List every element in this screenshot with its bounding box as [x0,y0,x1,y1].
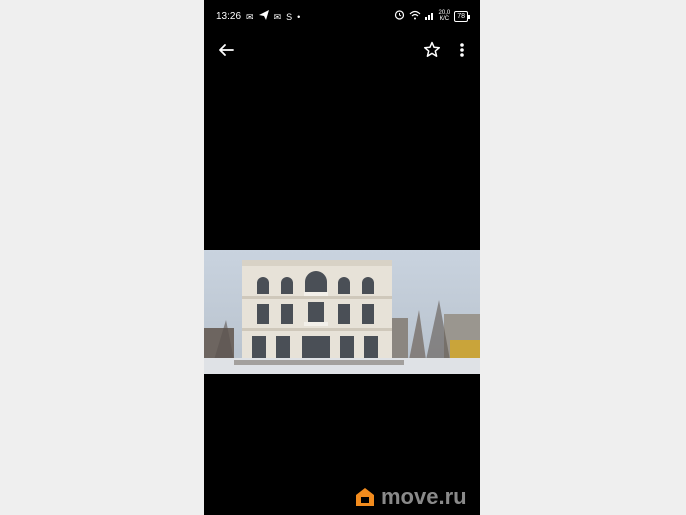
photo-image [204,250,480,374]
wifi-icon [409,10,421,23]
status-bar: 13:26 ✉ ✉ S • 20,0 К/С 78 [204,6,480,26]
telegram-icon [258,10,269,23]
house-logo-icon [356,488,374,506]
data-speed-unit: К/С [439,16,450,22]
status-right: 20,0 К/С 78 [394,9,470,23]
status-left: 13:26 ✉ ✉ S • [216,10,300,23]
more-options-button[interactable] [454,38,470,62]
arrow-left-icon [219,44,234,56]
star-outline-icon [423,41,441,57]
mail-icon: ✉ [246,11,254,22]
data-speed: 20,0 К/С [439,10,451,22]
dot-icon: • [297,11,301,22]
signal-icon [424,10,435,23]
alarm-icon [394,9,405,23]
skype-icon: S [286,11,293,22]
watermark-text: move.ru [381,484,467,509]
status-time: 13:26 [216,11,242,22]
more-vertical-icon [460,43,464,57]
move-ru-logo: move.ru [354,484,467,510]
building-photo[interactable] [204,250,480,374]
favorite-button[interactable] [420,38,444,62]
viewer-toolbar [204,36,480,66]
back-button[interactable] [214,38,238,62]
mail-icon: ✉ [273,11,282,22]
battery-indicator: 78 [454,10,470,22]
photo-viewer-screen: 13:26 ✉ ✉ S • 20,0 К/С 78 move.ru [204,0,480,515]
